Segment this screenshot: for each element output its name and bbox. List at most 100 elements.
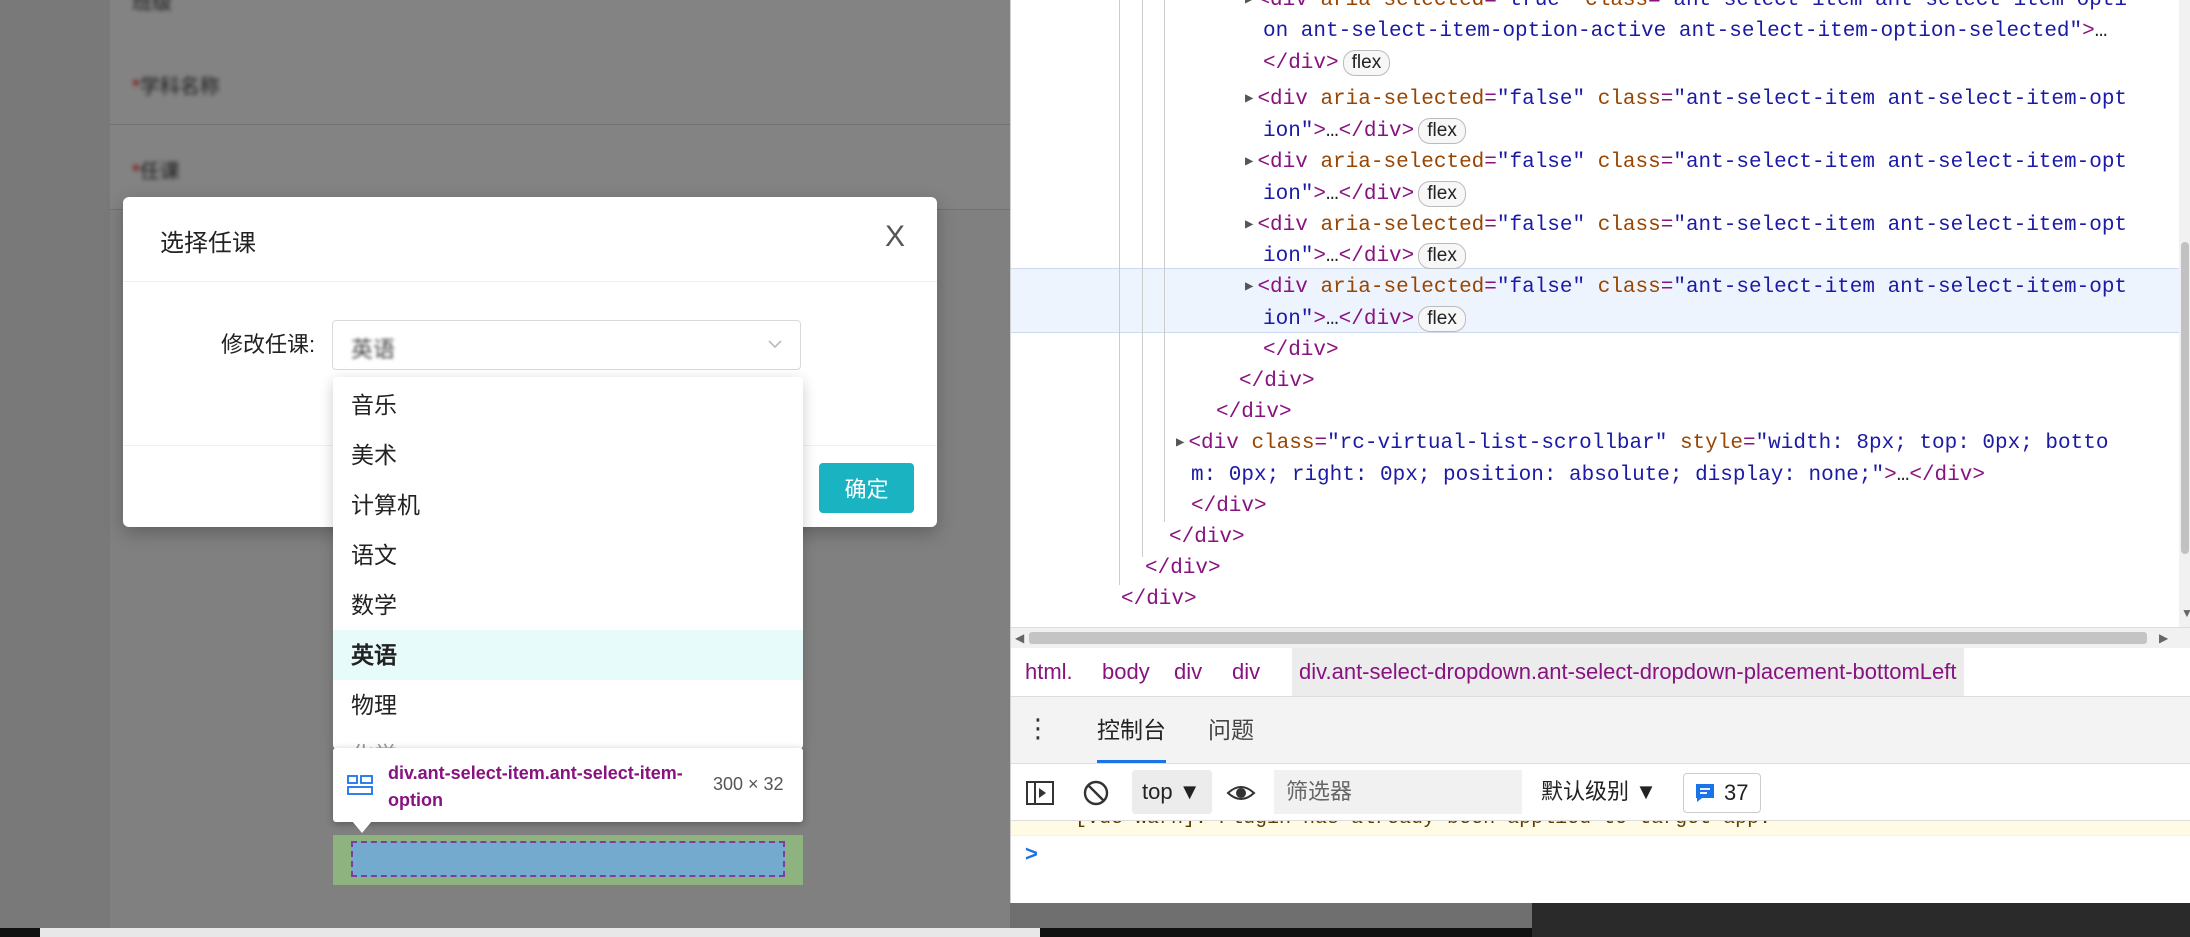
breadcrumb-html[interactable]: html. bbox=[1018, 648, 1080, 696]
flex-badge[interactable]: flex bbox=[1418, 306, 1466, 332]
page-bottom-strip bbox=[40, 928, 1040, 937]
expand-triangle-icon[interactable]: ▶ bbox=[1245, 91, 1253, 107]
code-token: m: 0px; right: 0px; position: absolute; … bbox=[1191, 464, 1885, 487]
code-token: > bbox=[2082, 20, 2095, 43]
code-token: … bbox=[1896, 464, 1910, 487]
code-token: </div> bbox=[1121, 588, 1197, 611]
select-dropdown: 音乐 美术 计算机 语文 数学 英语 物理 化学 bbox=[333, 377, 803, 749]
scroll-left-icon[interactable]: ◀ bbox=[1015, 631, 1024, 645]
chevron-down-icon bbox=[768, 340, 782, 349]
option-math[interactable]: 数学 bbox=[333, 580, 803, 630]
console-warning-row: [Vue warn]: Plugin has already been appl… bbox=[1011, 821, 2190, 836]
dom-node-line[interactable]: </div> bbox=[1121, 584, 1197, 615]
indent-guide bbox=[1164, 0, 1165, 522]
code-token: … bbox=[1326, 245, 1339, 268]
tab-issues[interactable]: 问题 bbox=[1208, 697, 1254, 763]
dom-node-line[interactable]: on ant-select-item-option-active ant-sel… bbox=[1263, 16, 2107, 47]
code-token: "ant-select-item ant-select-item-opt bbox=[1673, 151, 2128, 174]
code-token: </div> bbox=[1191, 495, 1267, 518]
dom-node-line[interactable]: ▶ <div class="rc-virtual-list-scrollbar" … bbox=[1176, 428, 2108, 461]
expand-triangle-icon[interactable]: ▶ bbox=[1245, 154, 1253, 170]
dom-node-line[interactable]: </div> bbox=[1216, 397, 1292, 428]
flex-badge[interactable]: flex bbox=[1418, 118, 1466, 144]
code-token: > bbox=[1313, 183, 1327, 206]
code-token: ion" bbox=[1263, 308, 1314, 331]
issues-badge[interactable]: 37 bbox=[1683, 773, 1761, 813]
scroll-right-icon[interactable]: ▶ bbox=[2159, 631, 2168, 645]
code-token: </div> bbox=[1239, 370, 1315, 393]
dom-node-line[interactable]: </div> flex bbox=[1263, 48, 1391, 79]
flex-badge[interactable]: flex bbox=[1418, 181, 1466, 207]
dom-node-line[interactable]: </div> bbox=[1263, 335, 1339, 366]
breadcrumb-div[interactable]: div bbox=[1167, 648, 1209, 696]
more-tabs-icon[interactable]: ⋮ bbox=[1025, 713, 1052, 744]
log-level-select[interactable]: 默认级别 ▼ bbox=[1531, 770, 1671, 814]
clear-console-icon[interactable] bbox=[1081, 778, 1111, 808]
dom-node-line[interactable]: </div> bbox=[1145, 553, 1221, 584]
dom-node-line[interactable]: ion">…</div> flex bbox=[1263, 304, 1466, 335]
eye-icon[interactable] bbox=[1226, 778, 1256, 808]
scroll-thumb[interactable] bbox=[1029, 632, 2147, 644]
console-output[interactable]: [Vue warn]: Plugin has already been appl… bbox=[1011, 821, 2190, 903]
ok-button[interactable]: 确定 bbox=[819, 463, 914, 513]
option-english[interactable]: 英语 bbox=[333, 630, 803, 680]
element-highlight-content bbox=[351, 841, 785, 877]
dom-node-line[interactable]: ▶ <div aria-selected="false" class="ant-s… bbox=[1245, 84, 2127, 117]
flex-badge[interactable]: flex bbox=[1342, 50, 1391, 76]
sidebar-toggle-icon[interactable] bbox=[1025, 778, 1055, 808]
context-select[interactable]: top ▼ bbox=[1132, 770, 1212, 814]
expand-triangle-icon[interactable]: ▶ bbox=[1245, 217, 1253, 233]
code-token: class bbox=[1597, 276, 1661, 299]
dom-node-line[interactable]: ▶ <div aria-selected="false" class="ant-s… bbox=[1245, 272, 2127, 305]
dom-node-line[interactable]: </div> bbox=[1191, 491, 1267, 522]
code-token: "ant-select-item ant-select-item-opt bbox=[1673, 214, 2128, 237]
console-prompt-icon[interactable]: > bbox=[1025, 841, 1038, 867]
elements-tree[interactable]: ▶ <div aria-selected="true" class="ant-se… bbox=[1011, 0, 2179, 627]
dom-node-line[interactable]: ion">…</div> flex bbox=[1263, 179, 1466, 210]
code-token: aria-selected bbox=[1320, 276, 1485, 299]
code-token: class bbox=[1251, 432, 1315, 455]
breadcrumb-body[interactable]: body bbox=[1095, 648, 1157, 696]
dom-node-line[interactable]: ion">…</div> flex bbox=[1263, 241, 1466, 272]
code-token: = bbox=[1660, 88, 1674, 111]
option-physics[interactable]: 物理 bbox=[333, 680, 803, 730]
indent-guide bbox=[1142, 0, 1143, 557]
tab-console[interactable]: 控制台 bbox=[1097, 697, 1166, 763]
option-chemistry[interactable]: 化学 bbox=[333, 730, 803, 749]
code-token: </div> bbox=[1263, 339, 1339, 362]
breadcrumb-div[interactable]: div bbox=[1225, 648, 1267, 696]
message-icon bbox=[1696, 784, 1714, 802]
dom-node-line[interactable]: ion">…</div> flex bbox=[1263, 116, 1466, 147]
code-token: = bbox=[1484, 0, 1497, 12]
code-token: = bbox=[1742, 432, 1756, 455]
elements-horizontal-scrollbar[interactable]: ◀ ▶ bbox=[1011, 627, 2190, 648]
scroll-thumb[interactable] bbox=[2181, 242, 2189, 554]
option-art[interactable]: 美术 bbox=[333, 430, 803, 480]
code-token: "false" bbox=[1496, 88, 1586, 111]
flex-badge[interactable]: flex bbox=[1418, 243, 1466, 269]
dom-node-line[interactable]: m: 0px; right: 0px; position: absolute; … bbox=[1191, 460, 1985, 491]
scroll-down-icon[interactable]: ▼ bbox=[2181, 606, 2190, 620]
close-icon[interactable]: X bbox=[875, 217, 915, 257]
dom-node-line[interactable]: ▶ <div aria-selected="false" class="ant-s… bbox=[1245, 147, 2127, 180]
tooltip-arrow bbox=[352, 821, 372, 833]
option-music[interactable]: 音乐 bbox=[333, 380, 803, 430]
filter-input[interactable] bbox=[1274, 770, 1522, 814]
breadcrumb-selected-node[interactable]: div.ant-select-dropdown.ant-select-dropd… bbox=[1292, 648, 1964, 696]
expand-triangle-icon[interactable]: ▶ bbox=[1245, 279, 1253, 295]
code-token: <div bbox=[1257, 0, 1321, 12]
option-computer[interactable]: 计算机 bbox=[333, 480, 803, 530]
code-token: > bbox=[1884, 464, 1897, 487]
course-select[interactable]: 英语 bbox=[332, 320, 801, 370]
elements-vertical-scrollbar[interactable]: ▼ bbox=[2179, 0, 2190, 627]
expand-triangle-icon[interactable]: ▶ bbox=[1245, 0, 1253, 8]
option-chinese[interactable]: 语文 bbox=[333, 530, 803, 580]
expand-triangle-icon[interactable]: ▶ bbox=[1176, 435, 1184, 451]
dom-node-line[interactable]: </div> bbox=[1169, 522, 1245, 553]
code-token: = bbox=[1660, 151, 1674, 174]
code-token: ion" bbox=[1263, 120, 1314, 143]
dom-node-line[interactable]: ▶ <div aria-selected="false" class="ant-s… bbox=[1245, 210, 2127, 243]
dom-node-line[interactable]: </div> bbox=[1239, 366, 1315, 397]
code-token: = bbox=[1660, 276, 1674, 299]
